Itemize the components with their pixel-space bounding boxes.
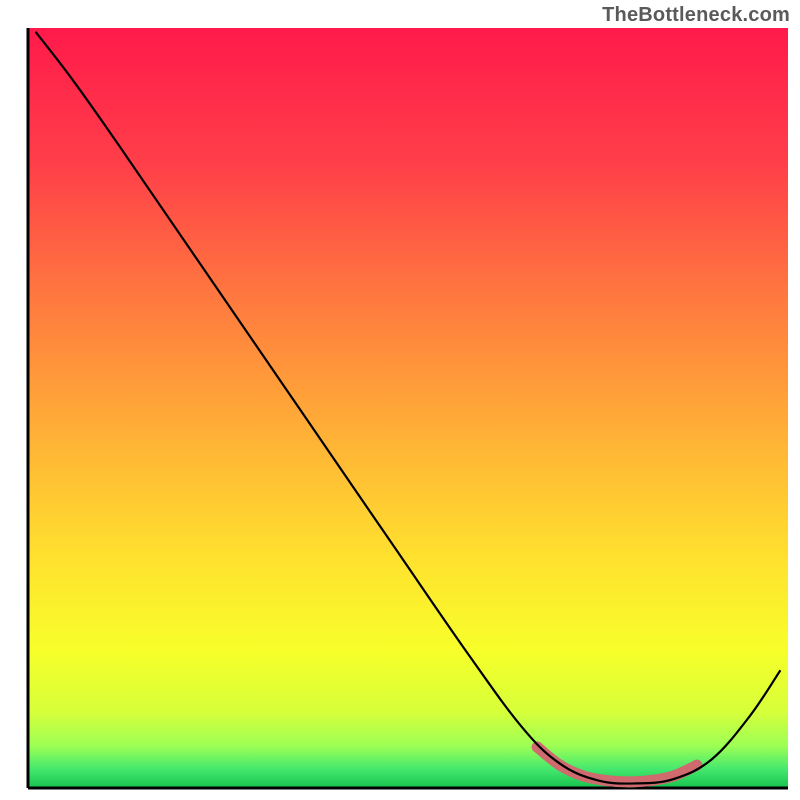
watermark-text: TheBottleneck.com [602,4,790,27]
plot-background [28,28,788,788]
plot-svg [0,0,800,800]
bottleneck-chart: TheBottleneck.com [0,0,800,800]
optimal-range-bead [623,776,634,787]
